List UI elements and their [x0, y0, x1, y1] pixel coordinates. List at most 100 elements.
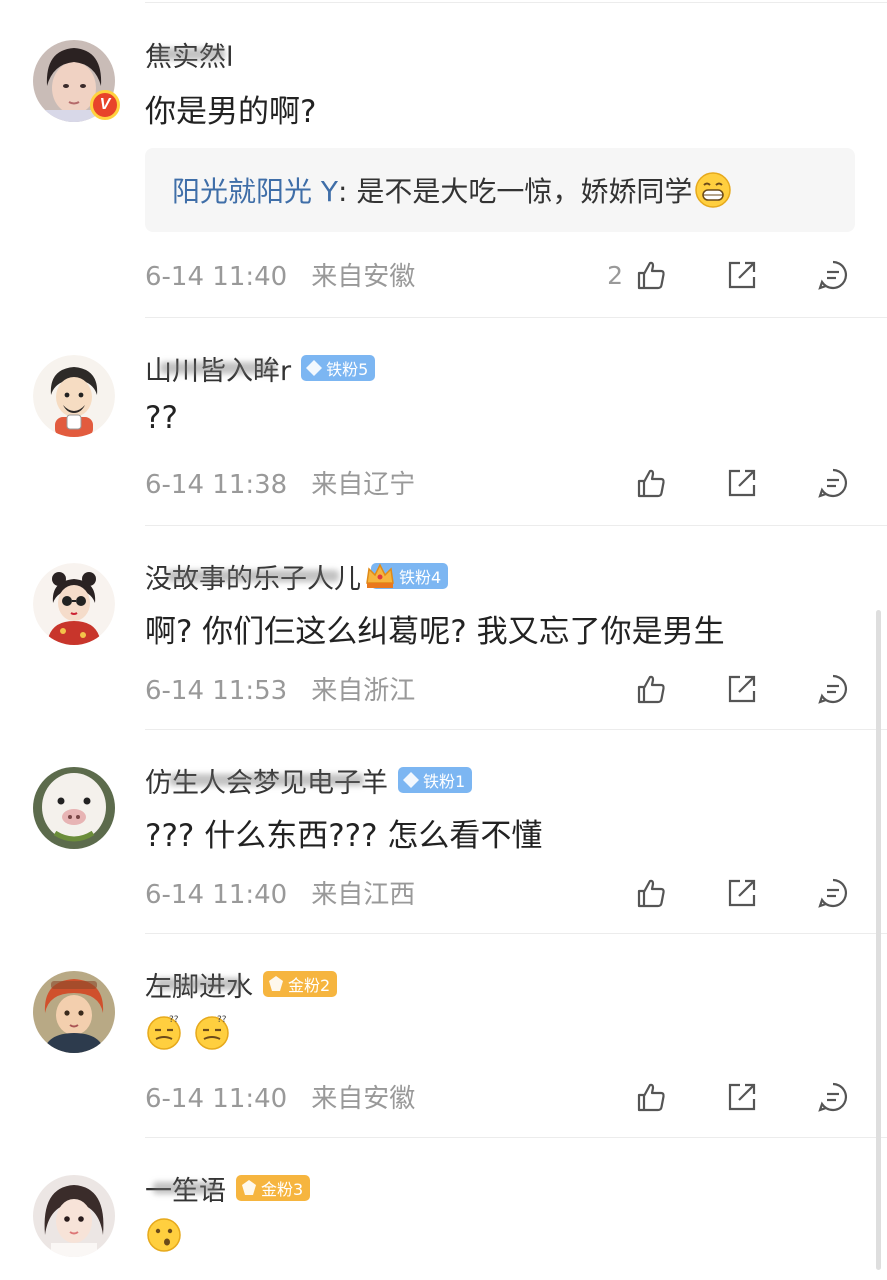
thumbs-up-icon [637, 675, 665, 704]
like-button[interactable] [633, 875, 669, 911]
share-button[interactable] [724, 257, 760, 293]
username-row: 焦实然l [145, 35, 234, 74]
crown-icon [366, 563, 394, 588]
comment-item: 仿生人会梦见电子羊 铁粉1 ??? 什么东西??? 怎么看不懂 6-14 11:… [0, 730, 887, 934]
comment-location: 来自浙江 [311, 676, 416, 706]
fan-badge-label: 铁粉1 [423, 772, 466, 791]
comment-location: 来自安徽 [311, 262, 416, 292]
gold-gem-icon [242, 1180, 256, 1195]
like-button[interactable] [633, 671, 669, 707]
comment-location: 来自安徽 [311, 1084, 416, 1114]
diamond-icon [403, 772, 419, 788]
fan-badge[interactable]: 铁粉4 [366, 563, 449, 589]
comment-date: 6-14 11:53 [145, 676, 288, 706]
share-icon [728, 1083, 756, 1111]
share-button[interactable] [724, 465, 760, 501]
comment-feed: V 焦实然l 你是男的啊? 阳光就阳光 Y : 是不是大吃一惊，娇娇同学 6-1… [0, 0, 887, 1280]
thumbs-up-icon [637, 261, 665, 290]
like-button[interactable] [633, 465, 669, 501]
comment-text: ?? ?? [145, 1012, 231, 1051]
share-button[interactable] [724, 1079, 760, 1115]
avatar[interactable] [33, 767, 115, 849]
thumbs-up-icon [637, 469, 665, 498]
fan-badge-label: 金粉2 [288, 976, 331, 995]
comment-item: 没故事的乐子人儿 铁粉4 啊? 你们仨这么纠葛呢? 我又忘了你是男生 6-14 … [0, 526, 887, 730]
svg-text:??: ?? [217, 1015, 227, 1025]
like-button[interactable] [633, 1079, 669, 1115]
comment-meta: 6-14 11:53 来自浙江 [145, 670, 415, 707]
comment-item: 左脚进水 金粉2 ?? ?? 6-14 11:40 来自安徽 [0, 934, 887, 1138]
comment-meta: 6-14 11:38 来自辽宁 [145, 464, 415, 501]
comment-meta: 6-14 11:40 来自江西 [145, 874, 415, 911]
username-row: 一笙语 金粉3 [145, 1169, 311, 1208]
fan-badge-label: 金粉3 [261, 1180, 304, 1199]
comment-text [145, 1214, 183, 1253]
fan-badge[interactable]: 铁粉1 [398, 767, 473, 793]
share-icon [728, 469, 756, 497]
comment-button[interactable] [815, 465, 851, 501]
username-row: 左脚进水 金粉2 [145, 965, 338, 1004]
verified-badge-icon: V [90, 90, 120, 120]
comment-icon [818, 468, 848, 498]
comment-text: 啊? 你们仨这么纠葛呢? 我又忘了你是男生 [145, 614, 725, 650]
comment-date: 6-14 11:40 [145, 880, 288, 910]
comment-icon [818, 674, 848, 704]
share-icon [728, 675, 756, 703]
username-row: 山川皆入眸r 铁粉5 [145, 349, 376, 388]
comment-meta: 6-14 11:40 来自安徽 [145, 1078, 415, 1115]
comment-meta: 6-14 11:40 来自安徽 [145, 256, 415, 293]
comment-item: 一笙语 金粉3 [0, 1138, 887, 1280]
action-bar [633, 1077, 851, 1117]
username[interactable]: 仿生人会梦见电子羊 [145, 761, 388, 800]
avatar[interactable] [33, 971, 115, 1053]
reply-text: : 是不是大吃一惊，娇娇同学 [338, 175, 693, 208]
comment-button[interactable] [815, 671, 851, 707]
fan-badge[interactable]: 金粉3 [236, 1175, 311, 1201]
reply-box[interactable]: 阳光就阳光 Y : 是不是大吃一惊，娇娇同学 [145, 148, 855, 232]
comment-date: 6-14 11:40 [145, 262, 288, 292]
comment-item: V 焦实然l 你是男的啊? 阳光就阳光 Y : 是不是大吃一惊，娇娇同学 6-1… [0, 0, 887, 318]
username-row: 仿生人会梦见电子羊 铁粉1 [145, 761, 473, 800]
confused-emoji-icon: ?? [195, 1015, 229, 1050]
comment-date: 6-14 11:40 [145, 1084, 288, 1114]
fan-badge[interactable]: 金粉2 [263, 971, 338, 997]
avatar[interactable] [33, 563, 115, 645]
confused-emoji-icon: ?? [147, 1015, 181, 1050]
comment-button[interactable] [815, 257, 851, 293]
comment-date: 6-14 11:38 [145, 470, 288, 500]
like-count: 2 [607, 260, 623, 290]
comment-location: 来自辽宁 [311, 470, 416, 500]
share-icon [728, 879, 756, 907]
like-button[interactable] [633, 257, 669, 293]
share-icon [728, 261, 756, 289]
username[interactable]: 焦实然l [145, 35, 234, 74]
comment-text: ??? 什么东西??? 怎么看不懂 [145, 818, 543, 854]
fan-badge-label: 铁粉4 [399, 568, 442, 587]
reply-username[interactable]: 阳光就阳光 Y [172, 170, 338, 210]
username[interactable]: 一笙语 [145, 1169, 226, 1208]
action-bar [633, 669, 851, 709]
svg-text:??: ?? [169, 1015, 179, 1025]
comment-item: 山川皆入眸r 铁粉5 ?? 6-14 11:38 来自辽宁 [0, 318, 887, 526]
diamond-icon [306, 360, 323, 376]
surprised-emoji-icon [147, 1217, 181, 1252]
comment-button[interactable] [815, 875, 851, 911]
grinning-emoji-icon [695, 172, 732, 208]
comment-button[interactable] [815, 1079, 851, 1115]
thumbs-up-icon [637, 1083, 665, 1112]
username[interactable]: 没故事的乐子人儿 [145, 557, 361, 596]
avatar[interactable] [33, 355, 115, 437]
thumbs-up-icon [637, 879, 665, 908]
avatar[interactable] [33, 1175, 115, 1257]
comment-icon [818, 260, 848, 290]
share-button[interactable] [724, 875, 760, 911]
scrollbar[interactable] [876, 610, 881, 1270]
share-button[interactable] [724, 671, 760, 707]
action-bar: 2 [607, 255, 851, 295]
comment-icon [818, 878, 848, 908]
fan-badge[interactable]: 铁粉5 [301, 355, 376, 381]
comment-text: 你是男的啊? [145, 94, 317, 130]
username[interactable]: 山川皆入眸r [145, 349, 291, 388]
action-bar [633, 463, 851, 503]
username[interactable]: 左脚进水 [145, 965, 253, 1004]
